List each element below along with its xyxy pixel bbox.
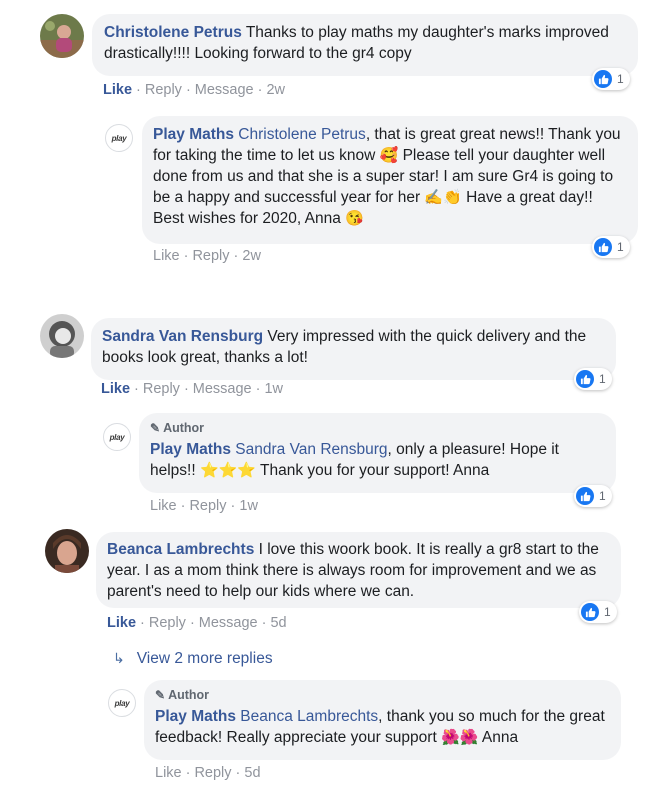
reaction-count[interactable]: 1 bbox=[574, 485, 612, 507]
reaction-number: 1 bbox=[599, 372, 606, 386]
reply-button[interactable]: Reply bbox=[194, 765, 231, 781]
like-button[interactable]: Like bbox=[103, 82, 132, 98]
avatar-sandra[interactable] bbox=[40, 314, 84, 358]
play-maths-logo: play bbox=[111, 133, 127, 143]
reaction-number: 1 bbox=[617, 72, 624, 86]
pencil-icon: ✎ bbox=[155, 688, 166, 702]
comment-bubble: Beanca Lambrechts I love this woork book… bbox=[96, 532, 621, 608]
avatar-play-maths[interactable]: play bbox=[108, 689, 136, 717]
writing-clapping-emoji-icon: ✍👏 bbox=[424, 189, 462, 206]
reply-author[interactable]: Play Maths bbox=[153, 126, 234, 143]
avatar-christolene[interactable] bbox=[40, 14, 84, 58]
comment-author[interactable]: Sandra Van Rensburg bbox=[102, 328, 263, 345]
profile-photo-icon bbox=[40, 314, 84, 358]
reaction-count[interactable]: 1 bbox=[579, 601, 617, 623]
reaction-number: 1 bbox=[604, 605, 611, 619]
comment-actions: Like · Reply · Message · 1w bbox=[101, 381, 284, 397]
smiling-hearts-emoji-icon: 🥰 bbox=[379, 147, 399, 164]
reply-bubble: Play Maths Christolene Petrus, that is g… bbox=[142, 116, 638, 244]
reaction-number: 1 bbox=[599, 489, 606, 503]
thumbs-up-icon bbox=[594, 238, 612, 256]
comment-actions: Like · Reply · Message · 5d bbox=[107, 615, 287, 631]
reply-button[interactable]: Reply bbox=[189, 498, 226, 514]
reply-mention[interactable]: Christolene Petrus bbox=[238, 126, 366, 143]
timestamp[interactable]: 2w bbox=[242, 248, 261, 264]
like-button[interactable]: Like bbox=[107, 615, 136, 631]
reply-author[interactable]: Play Maths bbox=[155, 708, 236, 725]
thumbs-up-icon bbox=[576, 487, 594, 505]
profile-photo-icon bbox=[45, 529, 89, 573]
flowers-emoji-icon: 🌺🌺 bbox=[441, 729, 479, 746]
reply-button[interactable]: Reply bbox=[192, 248, 229, 264]
timestamp[interactable]: 1w bbox=[239, 498, 258, 514]
blowing-kiss-emoji-icon: 😘 bbox=[345, 210, 364, 227]
timestamp[interactable]: 5d bbox=[244, 765, 260, 781]
reply-actions: Like · Reply · 2w bbox=[153, 248, 261, 264]
author-badge: ✎ Author bbox=[155, 688, 210, 702]
comment-bubble: Christolene Petrus Thanks to play maths … bbox=[92, 14, 638, 76]
avatar-play-maths[interactable]: play bbox=[103, 423, 131, 451]
avatar-play-maths[interactable]: play bbox=[105, 124, 133, 152]
like-button[interactable]: Like bbox=[150, 498, 177, 514]
stars-emoji-icon: ⭐⭐⭐ bbox=[199, 462, 257, 479]
comment-author[interactable]: Christolene Petrus bbox=[104, 24, 242, 41]
reaction-count[interactable]: 1 bbox=[592, 68, 630, 90]
message-button[interactable]: Message bbox=[193, 381, 252, 397]
reply-button[interactable]: Reply bbox=[143, 381, 180, 397]
comment-actions: Like · Reply · Message · 2w bbox=[103, 82, 286, 98]
thumbs-up-icon bbox=[576, 370, 594, 388]
reply-arrow-icon: ↳ bbox=[113, 650, 125, 666]
thumbs-up-icon bbox=[581, 603, 599, 621]
reply-bubble: ✎ Author Play Maths Beanca Lambrechts, th… bbox=[144, 680, 621, 760]
timestamp[interactable]: 1w bbox=[264, 381, 283, 397]
like-button[interactable]: Like bbox=[155, 765, 182, 781]
reply-bubble: ✎ Author Play Maths Sandra Van Rensburg, … bbox=[139, 413, 616, 493]
reply-author[interactable]: Play Maths bbox=[150, 441, 231, 458]
reply-actions: Like · Reply · 1w bbox=[150, 498, 258, 514]
avatar-beanca[interactable] bbox=[45, 529, 89, 573]
reply-mention[interactable]: Beanca Lambrechts bbox=[240, 708, 378, 725]
message-button[interactable]: Message bbox=[195, 82, 254, 98]
reply-mention[interactable]: Sandra Van Rensburg bbox=[235, 441, 387, 458]
view-more-replies-link[interactable]: ↳ View 2 more replies bbox=[113, 650, 273, 668]
reaction-number: 1 bbox=[617, 240, 624, 254]
pencil-icon: ✎ bbox=[150, 421, 161, 435]
like-button[interactable]: Like bbox=[101, 381, 130, 397]
reply-button[interactable]: Reply bbox=[149, 615, 186, 631]
like-button[interactable]: Like bbox=[153, 248, 180, 264]
reaction-count[interactable]: 1 bbox=[574, 368, 612, 390]
timestamp[interactable]: 2w bbox=[266, 82, 285, 98]
author-badge: ✎ Author bbox=[150, 421, 205, 435]
play-maths-logo: play bbox=[109, 432, 125, 442]
comment-author[interactable]: Beanca Lambrechts bbox=[107, 541, 254, 558]
timestamp[interactable]: 5d bbox=[270, 615, 286, 631]
message-button[interactable]: Message bbox=[199, 615, 258, 631]
reaction-count[interactable]: 1 bbox=[592, 236, 630, 258]
profile-photo-icon bbox=[40, 14, 84, 58]
comment-bubble: Sandra Van Rensburg Very impressed with … bbox=[91, 318, 616, 380]
reply-actions: Like · Reply · 5d bbox=[155, 765, 261, 781]
play-maths-logo: play bbox=[114, 698, 130, 708]
thumbs-up-icon bbox=[594, 70, 612, 88]
reply-button[interactable]: Reply bbox=[145, 82, 182, 98]
